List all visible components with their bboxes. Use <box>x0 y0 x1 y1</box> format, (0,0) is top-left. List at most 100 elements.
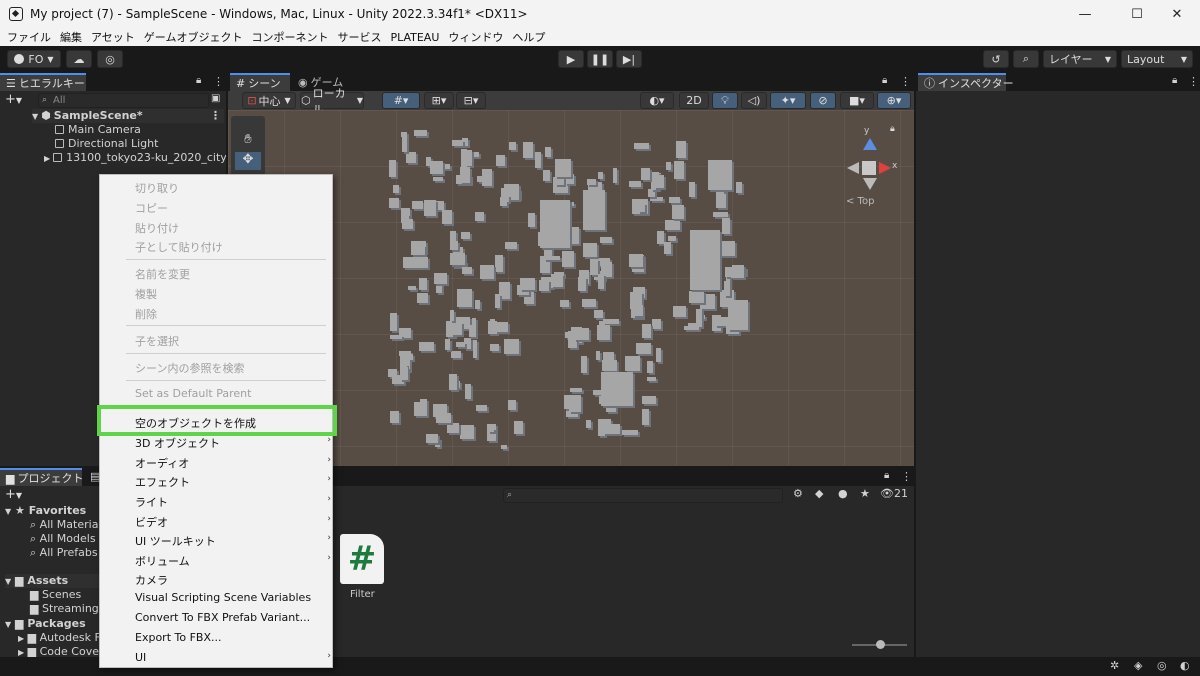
menu-gameobject[interactable]: ゲームオブジェクト <box>144 29 243 45</box>
label-filter-icon[interactable]: ◆ <box>815 487 823 500</box>
type-filter-icon[interactable]: ⚙ <box>793 487 803 500</box>
menu-item-ui-toolkit[interactable]: UI ツールキット › <box>135 533 331 549</box>
menu-plateau[interactable]: PLATEAU <box>390 31 439 44</box>
audio-toggle[interactable]: ◁) <box>741 92 767 109</box>
assets-folder-streaming[interactable]: ▆ StreamingA <box>30 602 106 616</box>
layout-dropdown[interactable]: Layout ▼ <box>1121 50 1193 68</box>
cache-icon[interactable]: ◈ <box>1134 659 1142 672</box>
account-dropdown[interactable]: FO ▼ <box>7 50 61 68</box>
favorite-item-prefabs[interactable]: ⌕ All Prefabs <box>30 546 98 560</box>
menu-item-convert-fbx-prefab-variant[interactable]: Convert To FBX Prefab Variant... <box>135 611 325 624</box>
menu-item-copy[interactable]: コピー <box>135 200 325 216</box>
move-tool-icon[interactable]: ✥ <box>235 152 261 170</box>
camera-dropdown[interactable]: ■▾ <box>840 92 874 109</box>
menu-window[interactable]: ウィンドウ <box>448 29 503 45</box>
space-dropdown[interactable]: ⬡ ローカル ▼ <box>300 87 364 116</box>
tab-scene[interactable]: # シーン <box>230 73 290 91</box>
close-button[interactable]: ✕ <box>1154 0 1200 28</box>
hierarchy-item-city-model[interactable]: ▶ 13100_tokyo23-ku_2020_cityg <box>44 151 226 165</box>
panel-menu-icon[interactable]: ⋮ <box>900 75 911 88</box>
history-button[interactable]: ↺ <box>983 50 1009 68</box>
grid-snap-button[interactable]: #▾ <box>382 92 420 109</box>
menu-item-audio[interactable]: オーディオ › <box>135 455 331 471</box>
asset-item-filter[interactable]: Filter <box>350 589 375 600</box>
lock-icon[interactable]: 🔒︎ <box>882 75 887 86</box>
hierarchy-item-directional-light[interactable]: Directional Light <box>55 137 158 151</box>
lock-icon[interactable]: 🔒︎ <box>884 470 889 481</box>
assets-header[interactable]: ▼ ▆ Assets <box>5 574 99 588</box>
menu-item-paste-as-child[interactable]: 子として貼り付け <box>135 239 325 255</box>
warning-filter-icon[interactable]: ● <box>838 487 848 500</box>
package-autodesk[interactable]: ▶ ▆ Autodesk F <box>18 631 101 645</box>
favorite-item-models[interactable]: ⌕ All Models <box>30 532 96 546</box>
menu-item-cut[interactable]: 切り取り <box>135 180 325 196</box>
snap-increment-button[interactable]: ⊞▾ <box>424 92 454 109</box>
pause-button[interactable]: ❚❚ <box>587 50 613 68</box>
menu-item-set-default-parent[interactable]: Set as Default Parent <box>135 387 325 400</box>
debug-icon[interactable]: ✲ <box>1110 659 1119 672</box>
search-button[interactable]: ⌕ <box>1013 50 1039 68</box>
menu-item-rename[interactable]: 名前を変更 <box>135 266 325 282</box>
project-search-input[interactable]: ⌕ <box>503 488 783 503</box>
csharp-script-icon[interactable]: # <box>340 534 384 584</box>
lock-icon[interactable]: 🔒︎ <box>1172 75 1177 86</box>
menu-item-ui[interactable]: UI › <box>135 651 331 664</box>
effects-toggle[interactable]: ✦▾ <box>770 92 806 109</box>
panel-menu-icon[interactable]: ⋮ <box>901 470 912 483</box>
pivot-dropdown[interactable]: ⊡ 中心 ▼ <box>242 92 296 109</box>
menu-item-delete[interactable]: 削除 <box>135 306 325 322</box>
menu-item-visual-scripting-variables[interactable]: Visual Scripting Scene Variables <box>135 591 325 604</box>
visibility-toggle[interactable]: ⊘ <box>810 92 836 109</box>
favorites-header[interactable]: ▼ ★ Favorites <box>5 504 86 518</box>
collab-button[interactable]: ◎ <box>97 50 123 68</box>
tab-hierarchy[interactable]: ☰ ヒエラルキー <box>0 73 86 91</box>
panel-menu-icon[interactable]: ⋮ <box>213 75 224 88</box>
hidden-packages-toggle[interactable]: 👁︎21 <box>880 487 908 500</box>
tab-inspector[interactable]: ⓘ インスペクター <box>918 73 1014 91</box>
menu-item-effects[interactable]: エフェクト › <box>135 474 331 490</box>
gizmo-lock-icon[interactable]: 🔒︎ <box>890 124 895 134</box>
panel-menu-icon[interactable]: ⋮ <box>1188 75 1199 88</box>
assets-folder-scenes[interactable]: ▆ Scenes <box>30 588 81 602</box>
create-button[interactable]: +▼ <box>5 487 22 502</box>
lighting-toggle[interactable]: 💡︎ <box>712 92 738 109</box>
scene-menu-icon[interactable]: ⋮ <box>210 109 221 123</box>
progress-icon[interactable]: ◐ <box>1180 659 1190 672</box>
minimize-button[interactable]: — <box>1062 0 1108 28</box>
favorite-icon[interactable]: ★ <box>860 487 870 500</box>
filter-icon[interactable]: ▣ <box>211 93 220 104</box>
menu-item-select-children[interactable]: 子を選択 <box>135 333 325 349</box>
hand-tool-icon[interactable]: ✋︎ <box>235 132 261 150</box>
menu-services[interactable]: サービス <box>337 29 381 45</box>
menu-item-find-references[interactable]: シーン内の参照を検索 <box>135 360 325 376</box>
ruler-button[interactable]: ⊟▾ <box>456 92 486 109</box>
package-code-coverage[interactable]: ▶ ▆ Code Cover <box>18 645 104 657</box>
favorite-item-materials[interactable]: ⌕ All Material <box>30 518 102 532</box>
menu-item-video[interactable]: ビデオ › <box>135 514 331 530</box>
shading-mode-button[interactable]: ◐▾ <box>640 92 674 109</box>
menu-item-3d-object[interactable]: 3D オブジェクト › <box>135 435 331 451</box>
bake-icon[interactable]: ◎ <box>1157 659 1167 672</box>
menu-item-duplicate[interactable]: 複製 <box>135 286 325 302</box>
menu-component[interactable]: コンポーネント <box>251 29 328 45</box>
cloud-button[interactable]: ☁ <box>66 50 92 68</box>
menu-item-light[interactable]: ライト › <box>135 494 331 510</box>
hierarchy-item-main-camera[interactable]: Main Camera <box>55 123 141 137</box>
menu-file[interactable]: ファイル <box>7 29 51 45</box>
add-button[interactable]: +▼ <box>5 92 22 107</box>
scene-row[interactable]: ▼ ⬢ SampleScene* ⋮ <box>32 109 224 123</box>
menu-edit[interactable]: 編集 <box>60 29 82 45</box>
menu-help[interactable]: ヘルプ <box>512 29 545 45</box>
play-button[interactable]: ▶ <box>558 50 584 68</box>
2d-toggle[interactable]: 2D <box>679 92 709 109</box>
lock-icon[interactable]: 🔒︎ <box>196 75 201 86</box>
zoom-slider-handle[interactable] <box>876 640 885 649</box>
menu-item-paste[interactable]: 貼り付け <box>135 220 325 236</box>
gizmos-dropdown[interactable]: ⊕▾ <box>877 92 911 109</box>
step-button[interactable]: ▶| <box>616 50 642 68</box>
menu-assets[interactable]: アセット <box>91 29 135 45</box>
menu-item-volume[interactable]: ボリューム › <box>135 553 331 569</box>
tab-project[interactable]: ▆ プロジェクト <box>0 468 83 486</box>
hierarchy-search-input[interactable]: ⌕ All <box>38 93 209 108</box>
menu-item-export-fbx[interactable]: Export To FBX... <box>135 631 325 644</box>
